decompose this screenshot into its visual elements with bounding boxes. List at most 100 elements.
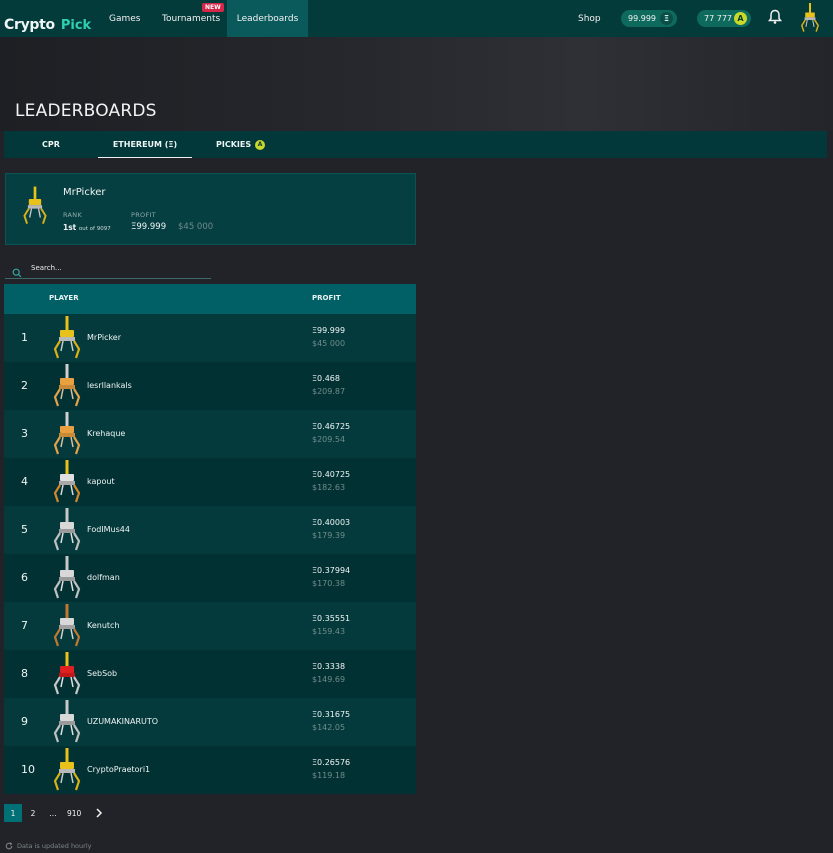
rank-total: out of 9097 (78, 226, 111, 232)
tab-pickies[interactable]: PICKIES A (216, 131, 266, 158)
profit-eth: Ξ0.40725 (312, 470, 351, 479)
table-row[interactable]: 2 lesrllankals Ξ0.468 $209.87 (4, 362, 416, 410)
table-row[interactable]: 3 Krehaque Ξ0.46725 $209.54 (4, 410, 416, 458)
rank-label: RANK (63, 211, 83, 219)
player-name[interactable]: SebSob (87, 669, 117, 678)
player-search (5, 258, 211, 279)
new-badge: NEW (202, 3, 224, 12)
nav-leaderboards[interactable]: Leaderboards (227, 0, 308, 37)
profit-eth: Ξ0.37994 (312, 566, 351, 575)
player-avatar (50, 604, 84, 648)
player-name[interactable]: FodIMus44 (87, 525, 130, 534)
page-button-last[interactable]: 910 (64, 804, 84, 822)
row-rank: 1 (21, 331, 28, 344)
player-avatar (50, 748, 84, 792)
profit-usd: $182.63 (312, 483, 346, 492)
eth-balance-value: 99.999 (628, 14, 656, 23)
player-name[interactable]: dolfman (87, 573, 120, 582)
refresh-icon (5, 842, 13, 850)
profile-profit-eth: Ξ99.999 (131, 222, 167, 232)
logo-word-2: Pick (60, 18, 92, 33)
profit-eth: Ξ0.3338 (312, 662, 346, 671)
page-button-1[interactable]: 1 (4, 804, 22, 822)
search-input[interactable] (31, 261, 201, 275)
profile-name: MrPicker (63, 187, 106, 198)
leaderboard-table: PLAYER PROFIT 1 MrPicker Ξ99.999 $45 000… (4, 284, 416, 794)
player-name[interactable]: kapout (87, 477, 115, 486)
profit-eth: Ξ0.31675 (312, 710, 351, 719)
profit-usd: $45 000 (312, 339, 346, 348)
table-row[interactable]: 5 FodIMus44 Ξ0.40003 $179.39 (4, 506, 416, 554)
hero-banner: LEADERBOARDS (0, 37, 833, 131)
profit-usd: $119.18 (312, 771, 346, 780)
profit-eth: Ξ99.999 (312, 326, 346, 335)
search-icon (12, 263, 22, 282)
player-name[interactable]: MrPicker (87, 333, 121, 342)
eth-balance-pill[interactable]: 99.999 Ξ (621, 10, 677, 27)
table-row[interactable]: 7 Kenutch Ξ0.35551 $159.43 (4, 602, 416, 650)
top-navigation-bar: Crypto Pick Games Tournaments NEW Leader… (0, 0, 833, 37)
profit-eth: Ξ0.40003 (312, 518, 351, 527)
player-avatar (50, 316, 84, 360)
profit-usd: $170.38 (312, 579, 346, 588)
row-rank: 2 (21, 379, 28, 392)
table-row[interactable]: 6 dolfman Ξ0.37994 $170.38 (4, 554, 416, 602)
user-avatar[interactable] (797, 3, 823, 33)
row-rank: 6 (21, 571, 28, 584)
next-page-button[interactable] (90, 804, 108, 822)
ethereum-icon: Ξ (660, 12, 673, 25)
profit-usd: $209.54 (312, 435, 346, 444)
row-rank: 7 (21, 619, 28, 632)
profit-label: PROFIT (131, 211, 156, 219)
player-avatar (50, 700, 84, 744)
table-row[interactable]: 8 SebSob Ξ0.3338 $149.69 (4, 650, 416, 698)
player-name[interactable]: lesrllankals (87, 381, 132, 390)
nav-games[interactable]: Games (109, 0, 140, 37)
my-profile-card: MrPicker RANK PROFIT 1st out of 9097 Ξ99… (5, 173, 416, 245)
profile-avatar (20, 184, 50, 232)
player-name[interactable]: Krehaque (87, 429, 125, 438)
table-header: PLAYER PROFIT (4, 284, 416, 314)
player-avatar (50, 412, 84, 456)
player-avatar (50, 460, 84, 504)
page-title: LEADERBOARDS (15, 101, 157, 121)
pickies-balance-pill[interactable]: 77 777 A (697, 10, 751, 27)
row-rank: 10 (21, 763, 35, 776)
player-avatar (50, 364, 84, 408)
page-button-2[interactable]: 2 (24, 804, 42, 822)
profit-eth: Ξ0.35551 (312, 614, 351, 623)
table-row[interactable]: 4 kapout Ξ0.40725 $182.63 (4, 458, 416, 506)
cryptopick-logo[interactable]: Crypto Pick (4, 5, 91, 33)
player-avatar (50, 508, 84, 552)
profit-eth: Ξ0.468 (312, 374, 340, 383)
profit-usd: $209.87 (312, 387, 346, 396)
table-body: 1 MrPicker Ξ99.999 $45 000 2 lesrllankal… (4, 314, 416, 794)
nav-shop[interactable]: Shop (578, 0, 601, 37)
table-row[interactable]: 9 UZUMAKINARUTO Ξ0.31675 $142.05 (4, 698, 416, 746)
player-name[interactable]: CryptoPraetori1 (87, 765, 150, 774)
bell-icon[interactable] (768, 9, 782, 29)
update-note: Data is updated hourly (5, 842, 91, 850)
player-name[interactable]: UZUMAKINARUTO (87, 717, 158, 726)
row-rank: 5 (21, 523, 28, 536)
profile-profit-usd: $45 000 (178, 222, 214, 232)
profit-eth: Ξ0.26576 (312, 758, 351, 767)
table-row[interactable]: 1 MrPicker Ξ99.999 $45 000 (4, 314, 416, 362)
player-avatar (50, 652, 84, 696)
tab-ethereum[interactable]: ETHEREUM (Ξ) (98, 131, 192, 158)
profit-usd: $159.43 (312, 627, 346, 636)
row-rank: 3 (21, 427, 28, 440)
profit-eth: Ξ0.46725 (312, 422, 351, 431)
profit-usd: $142.05 (312, 723, 346, 732)
leaderboard-tabs: CPR ETHEREUM (Ξ) PICKIES A (4, 131, 827, 158)
pickies-icon: A (734, 12, 747, 25)
update-note-text: Data is updated hourly (17, 842, 92, 850)
rank-number: 1st (63, 223, 77, 232)
tab-cpr[interactable]: CPR (42, 131, 60, 158)
player-avatar (50, 556, 84, 600)
profit-usd: $149.69 (312, 675, 346, 684)
player-name[interactable]: Kenutch (87, 621, 120, 630)
table-row[interactable]: 10 CryptoPraetori1 Ξ0.26576 $119.18 (4, 746, 416, 794)
page-ellipsis: ... (49, 808, 57, 818)
chevron-right-icon (96, 808, 103, 818)
